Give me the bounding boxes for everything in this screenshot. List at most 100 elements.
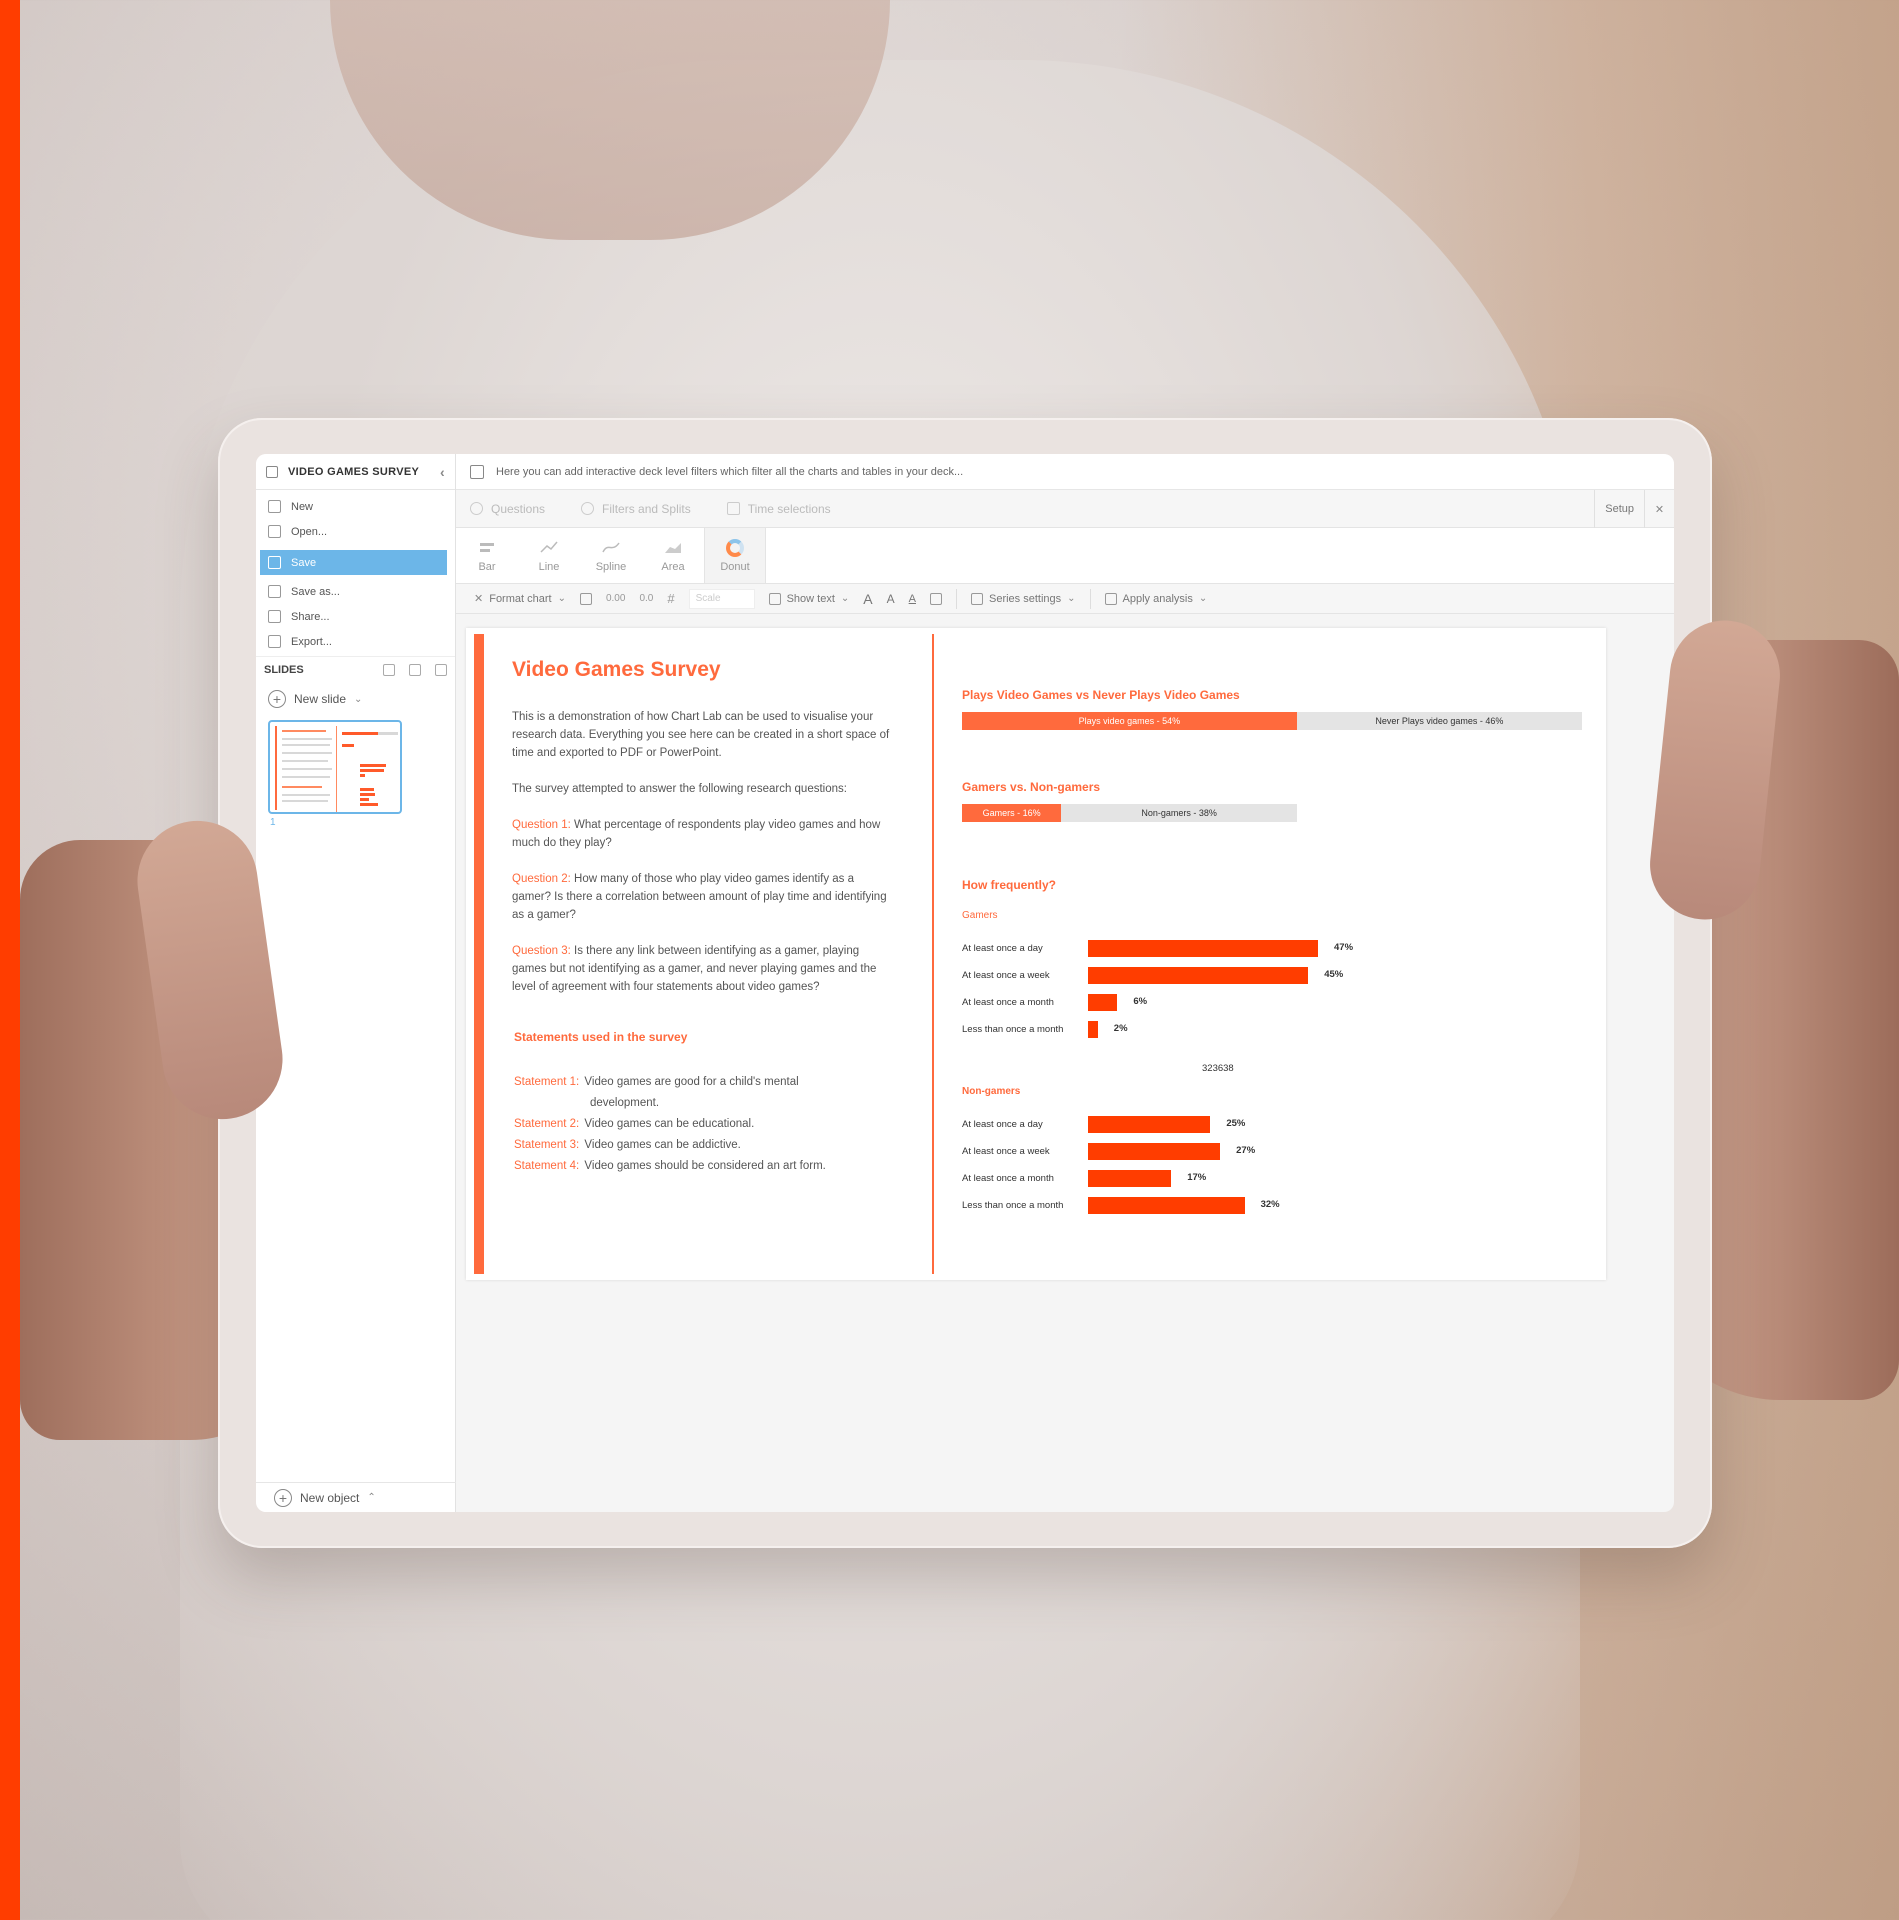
bar-mark[interactable] bbox=[1088, 1116, 1211, 1133]
delete-slide-icon[interactable] bbox=[435, 663, 447, 676]
bar-mark[interactable] bbox=[1088, 994, 1118, 1011]
collapse-panel-icon[interactable]: ✕ bbox=[1644, 490, 1674, 528]
number-format-button[interactable]: # bbox=[667, 591, 674, 606]
tab-questions-label: Questions bbox=[491, 501, 546, 516]
new-slide-label: New slide bbox=[294, 692, 347, 706]
chart-gamers-vs-non[interactable]: Gamers vs. Non-gamers Gamers - 16% Non-g… bbox=[962, 780, 1582, 822]
chart-1-stack: Plays video games - 54% Never Plays vide… bbox=[962, 712, 1582, 730]
export-icon bbox=[268, 635, 281, 648]
chevron-down-icon: ⌄ bbox=[1198, 593, 1208, 604]
font-decrease-button[interactable]: A bbox=[887, 592, 895, 606]
tab-time-selections[interactable]: Time selections bbox=[726, 502, 831, 516]
bar-value-label: 32% bbox=[1260, 1199, 1280, 1210]
spline-label: Spline bbox=[595, 560, 627, 573]
gridlines-icon[interactable] bbox=[929, 592, 942, 605]
duplicate-slide-icon[interactable] bbox=[383, 663, 395, 676]
scale-input[interactable]: Scale bbox=[688, 588, 755, 609]
format-chart-dropdown[interactable]: ✕ Format chart ⌄ bbox=[474, 592, 566, 606]
question-2[interactable]: Question 2: How many of those who play v… bbox=[512, 870, 892, 924]
new-slide-button[interactable]: + New slide ⌄ bbox=[256, 682, 455, 716]
line-label: Line bbox=[538, 560, 560, 573]
text-icon bbox=[768, 592, 781, 605]
donut-label: Donut bbox=[720, 560, 750, 573]
show-text-label: Show text bbox=[786, 592, 835, 605]
lead-paragraph[interactable]: The survey attempted to answer the follo… bbox=[512, 780, 892, 798]
apply-analysis-dropdown[interactable]: Apply analysis ⌄ bbox=[1104, 592, 1208, 605]
statement-3-label: Statement 3: bbox=[514, 1139, 580, 1151]
chart-type-spline-button[interactable]: Spline bbox=[580, 528, 642, 583]
slide-thumbnail[interactable] bbox=[268, 720, 402, 814]
spline-chart-icon bbox=[601, 539, 621, 555]
menu-share-label: Share... bbox=[291, 610, 330, 623]
statement-1[interactable]: Statement 1: Video games are good for a … bbox=[512, 1072, 892, 1093]
chart-type-bar-button[interactable]: Bar bbox=[456, 528, 518, 583]
bar-category-label: At least once a day bbox=[962, 1119, 1043, 1130]
decrease-decimals-button[interactable]: 0.0 bbox=[639, 593, 653, 604]
series-settings-dropdown[interactable]: Series settings ⌄ bbox=[970, 592, 1076, 605]
statement-3[interactable]: Statement 3: Video games can be addictiv… bbox=[512, 1135, 892, 1156]
chart-plays-vs-never[interactable]: Plays Video Games vs Never Plays Video G… bbox=[962, 688, 1582, 730]
setup-button[interactable]: Setup bbox=[1594, 490, 1644, 528]
statement-1-continued[interactable]: development. bbox=[512, 1093, 892, 1114]
menu-new[interactable]: New bbox=[256, 494, 455, 519]
slide-title[interactable]: Video Games Survey bbox=[512, 658, 892, 682]
question-1-label: Question 1: bbox=[512, 819, 571, 831]
chart-type-area-button[interactable]: Area bbox=[642, 528, 704, 583]
deck-filter-bar[interactable]: Here you can add interactive deck level … bbox=[456, 454, 1674, 490]
menu-open[interactable]: Open... bbox=[256, 519, 455, 544]
bar-value-label: 17% bbox=[1187, 1172, 1207, 1183]
statement-2[interactable]: Statement 2: Video games can be educatio… bbox=[512, 1114, 892, 1135]
new-object-button[interactable]: + New object ⌃ bbox=[256, 1482, 456, 1512]
bar-category-label: At least once a day bbox=[962, 943, 1043, 954]
chart-type-donut-button[interactable]: Donut bbox=[704, 528, 766, 583]
menu-save-as[interactable]: Save as... bbox=[256, 579, 455, 604]
bar-mark[interactable] bbox=[1088, 1021, 1098, 1038]
chart-frequency-gamers[interactable]: How frequently? Gamers At least once a d… bbox=[962, 878, 1582, 1043]
bar-mark[interactable] bbox=[1088, 967, 1309, 984]
main-area: Here you can add interactive deck level … bbox=[456, 454, 1674, 1512]
question-3[interactable]: Question 3: Is there any link between id… bbox=[512, 942, 892, 996]
sort-icon[interactable] bbox=[579, 592, 592, 605]
statement-4[interactable]: Statement 4: Video games should be consi… bbox=[512, 1156, 892, 1177]
chevron-down-icon: ⌄ bbox=[1067, 593, 1076, 604]
statement-1-label: Statement 1: bbox=[514, 1076, 580, 1088]
menu-share[interactable]: Share... bbox=[256, 604, 455, 629]
bar-mark[interactable] bbox=[1088, 940, 1318, 957]
statement-4-text: Video games should be considered an art … bbox=[584, 1160, 826, 1172]
column-divider bbox=[932, 634, 934, 1274]
copy-slide-icon[interactable] bbox=[409, 663, 421, 676]
menu-save[interactable]: Save bbox=[260, 550, 447, 575]
bar-mark[interactable] bbox=[1088, 1143, 1221, 1160]
intro-paragraph[interactable]: This is a demonstration of how Chart Lab… bbox=[512, 708, 892, 762]
slide-canvas[interactable]: Video Games Survey This is a demonstrati… bbox=[466, 628, 1606, 1280]
bar-row: Less than once a month 32% bbox=[962, 1192, 1582, 1219]
increase-decimals-button[interactable]: 0.00 bbox=[606, 593, 625, 604]
bar-track: 47% bbox=[1088, 940, 1528, 957]
tab-filters-splits[interactable]: Filters and Splits bbox=[581, 502, 691, 516]
bar-mark[interactable] bbox=[1088, 1170, 1172, 1187]
tab-questions[interactable]: Questions bbox=[470, 502, 545, 516]
statements-heading[interactable]: Statements used in the survey bbox=[514, 1030, 892, 1044]
bar-row: At least once a week 45% bbox=[962, 962, 1582, 989]
bar-category-label: At least once a month bbox=[962, 1173, 1054, 1184]
font-increase-button[interactable]: A bbox=[863, 591, 872, 607]
font-color-icon[interactable]: A bbox=[909, 593, 916, 605]
statement-4-label: Statement 4: bbox=[514, 1160, 580, 1172]
menu-export[interactable]: Export... bbox=[256, 629, 455, 654]
save-as-icon bbox=[268, 585, 281, 598]
bar-mark[interactable] bbox=[1088, 1197, 1245, 1214]
menu-new-label: New bbox=[291, 500, 314, 513]
bar-label: Bar bbox=[478, 560, 496, 573]
save-icon bbox=[268, 556, 281, 569]
stray-text: 323638 bbox=[1202, 1063, 1234, 1074]
folder-icon bbox=[268, 525, 281, 538]
show-text-dropdown[interactable]: Show text ⌄ bbox=[768, 592, 849, 605]
collapse-sidebar-icon[interactable]: ‹ bbox=[440, 464, 445, 480]
apply-analysis-label: Apply analysis bbox=[1122, 592, 1193, 605]
chart-type-line-button[interactable]: Line bbox=[518, 528, 580, 583]
tablet-device: VIDEO GAMES SURVEY ‹ New Open... Save Sa… bbox=[218, 418, 1712, 1548]
question-1[interactable]: Question 1: What percentage of responden… bbox=[512, 816, 892, 852]
tab-filters-label: Filters and Splits bbox=[602, 501, 691, 516]
toolbar-divider bbox=[1089, 588, 1091, 609]
chart-frequency-non-gamers[interactable]: Non-gamers At least once a day 25% At leas… bbox=[962, 1086, 1582, 1219]
